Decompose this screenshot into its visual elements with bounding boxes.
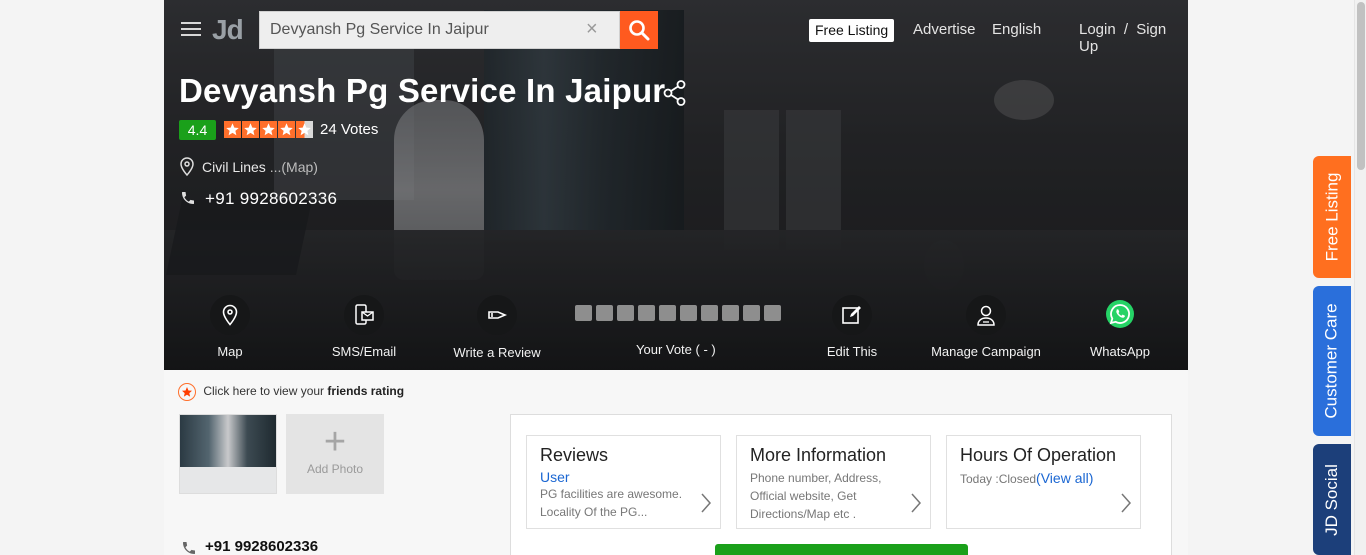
add-photo-label: Add Photo	[306, 462, 364, 476]
phone-number-bottom[interactable]: +91 9928602336	[205, 538, 318, 555]
edit-icon	[842, 306, 861, 324]
reviews-card[interactable]: Reviews User PG facilities are awesome. …	[526, 435, 721, 529]
star-icon	[224, 121, 241, 138]
review-pen-icon	[488, 311, 508, 319]
add-photo-button[interactable]: + Add Photo	[286, 414, 384, 494]
whatsapp-label: WhatsApp	[1090, 344, 1150, 359]
sms-email-label: SMS/Email	[331, 344, 397, 359]
phone-number[interactable]: +91 9928602336	[205, 189, 337, 209]
whatsapp-icon	[1106, 300, 1134, 328]
map-action-label: Map	[217, 344, 243, 359]
chevron-right-icon	[701, 493, 712, 513]
view-all-hours-link[interactable]: (View all)	[1036, 470, 1093, 486]
vote-box[interactable]	[701, 305, 718, 321]
manage-campaign-action[interactable]: Manage Campaign	[930, 290, 1042, 359]
page-title: Devyansh Pg Service In Jaipur	[179, 72, 666, 109]
hours-today: Today :Closed	[960, 472, 1037, 486]
vote-scale[interactable]	[575, 305, 781, 321]
star-icon	[260, 121, 277, 138]
primary-action-button[interactable]	[715, 544, 968, 555]
vote-box[interactable]	[638, 305, 655, 321]
vote-box[interactable]	[617, 305, 634, 321]
edit-action[interactable]: Edit This	[822, 290, 882, 359]
vote-box[interactable]	[722, 305, 739, 321]
hours-card-text: Today :Closed(View all)	[960, 469, 1120, 488]
search-icon	[629, 20, 650, 41]
manage-campaign-label: Manage Campaign	[931, 344, 1041, 359]
more-info-card-title: More Information	[750, 445, 887, 465]
star-icon	[278, 121, 295, 138]
sms-email-icon	[355, 304, 374, 325]
vote-box[interactable]	[659, 305, 676, 321]
vote-box[interactable]	[575, 305, 592, 321]
write-review-action[interactable]: Write a Review	[450, 290, 544, 360]
your-vote-label: Your Vote ( - )	[636, 342, 716, 357]
scrollbar[interactable]	[1354, 0, 1366, 555]
share-icon[interactable]	[663, 80, 687, 111]
more-info-card-text: Phone number, Address, Official website,…	[750, 471, 882, 521]
search-box: ×	[259, 11, 620, 49]
friends-rating-link[interactable]: Click here to view your friends rating	[178, 383, 404, 401]
chevron-right-icon	[911, 493, 922, 513]
hours-card-title: Hours Of Operation	[960, 445, 1117, 465]
map-link[interactable]: ...(Map)	[270, 159, 318, 175]
free-listing-side-label: Free Listing	[1322, 172, 1342, 262]
reviews-card-user[interactable]: User	[540, 469, 707, 485]
scrollbar-thumb[interactable]	[1357, 2, 1365, 170]
hours-card[interactable]: Hours Of Operation Today :Closed(View al…	[946, 435, 1141, 529]
jd-social-side-tab[interactable]: JD Social	[1313, 444, 1351, 555]
phone-icon	[180, 190, 196, 211]
reviews-card-text: PG facilities are awesome. Locality Of t…	[540, 487, 683, 519]
half-star-icon	[296, 121, 313, 138]
thumb-bed	[180, 467, 276, 493]
more-info-card[interactable]: More Information Phone number, Address, …	[736, 435, 931, 529]
chevron-right-icon	[1121, 493, 1132, 513]
map-action[interactable]: Map	[200, 290, 260, 359]
friends-rating-prefix: Click here to view your	[203, 384, 325, 399]
star-icon	[242, 121, 259, 138]
location-pin-icon	[178, 157, 196, 182]
vote-box[interactable]	[764, 305, 781, 321]
user-campaign-icon	[977, 305, 995, 326]
photo-thumbnail[interactable]	[179, 414, 277, 494]
address-text: Civil Lines	[202, 159, 266, 175]
search-button[interactable]	[620, 11, 658, 49]
edit-label: Edit This	[826, 344, 878, 359]
friends-star-icon	[178, 383, 196, 401]
customer-care-side-label: Customer Care	[1322, 303, 1342, 419]
jd-logo[interactable]: Jd	[212, 14, 244, 46]
login-signup: Login / Sign Up	[1079, 21, 1188, 55]
action-bar: Map SMS/Email Write a Review Your Vote (…	[164, 290, 1188, 360]
top-bar: Jd × Free Listing Advertise English Logi…	[164, 0, 1188, 58]
address: Civil Lines ...(Map)	[202, 159, 318, 175]
free-listing-button[interactable]: Free Listing	[809, 19, 895, 42]
map-pin-icon	[222, 304, 238, 326]
advertise-link[interactable]: Advertise	[913, 21, 976, 38]
free-listing-side-tab[interactable]: Free Listing	[1313, 156, 1351, 278]
write-review-label: Write a Review	[453, 345, 541, 360]
phone-icon	[181, 540, 197, 555]
plus-icon: +	[323, 421, 347, 463]
vote-count: 24 Votes	[320, 121, 379, 138]
customer-care-side-tab[interactable]: Customer Care	[1313, 286, 1351, 436]
sms-email-action[interactable]: SMS/Email	[324, 290, 404, 359]
vote-box[interactable]	[743, 305, 760, 321]
listing-content: Click here to view your friends rating +…	[164, 370, 1188, 555]
login-separator: /	[1123, 21, 1129, 38]
rating-badge: 4.4	[179, 120, 216, 140]
reviews-card-title: Reviews	[540, 445, 609, 465]
vote-box[interactable]	[596, 305, 613, 321]
jd-social-side-label: JD Social	[1322, 463, 1341, 536]
star-rating	[224, 121, 313, 138]
language-select[interactable]: English	[992, 21, 1041, 38]
left-gutter	[0, 0, 164, 555]
menu-icon[interactable]	[181, 22, 201, 36]
info-panel: Reviews User PG facilities are awesome. …	[510, 414, 1172, 555]
search-input[interactable]	[260, 12, 590, 48]
friends-rating-bold: friends rating	[327, 384, 405, 399]
login-link[interactable]: Login	[1079, 21, 1116, 38]
whatsapp-action[interactable]: WhatsApp	[1088, 290, 1152, 359]
vote-box[interactable]	[680, 305, 697, 321]
clear-icon[interactable]: ×	[586, 18, 598, 41]
